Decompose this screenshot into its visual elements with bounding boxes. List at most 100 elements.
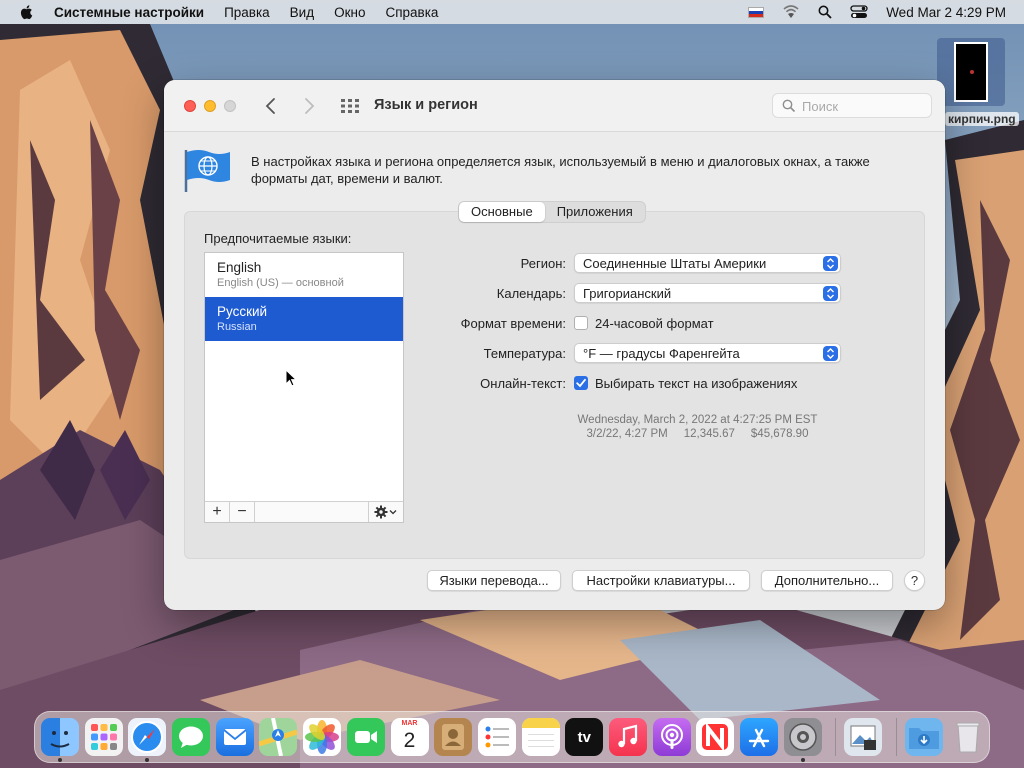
preview-dock-icon[interactable] xyxy=(844,718,883,756)
menu-extras: Wed Mar 2 4:29 PM xyxy=(748,0,1024,24)
finder-dock-icon[interactable] xyxy=(41,718,79,762)
mouse-pointer-icon xyxy=(285,369,297,387)
calendar-value: Григорианский xyxy=(583,286,672,301)
live-text-label: Онлайн-текст: xyxy=(480,375,566,391)
region-label: Регион: xyxy=(520,255,566,271)
format-sample: Wednesday, March 2, 2022 at 4:27:25 PM E… xyxy=(434,413,945,441)
menu-edit[interactable]: Правка xyxy=(224,5,270,20)
wifi-icon[interactable] xyxy=(782,4,800,20)
language-list[interactable]: English English (US) — основной Русский … xyxy=(204,252,404,523)
help-button[interactable]: ? xyxy=(904,570,925,591)
tv-label: tv xyxy=(577,728,591,746)
menu-window[interactable]: Окно xyxy=(334,5,365,20)
calendar-label: Календарь: xyxy=(496,285,566,301)
messages-dock-icon[interactable] xyxy=(172,718,211,756)
language-name: Русский xyxy=(217,304,268,319)
show-all-grid-icon[interactable] xyxy=(341,99,359,113)
control-center-icon[interactable] xyxy=(850,5,868,19)
minimize-button[interactable] xyxy=(204,100,216,112)
forward-icon[interactable] xyxy=(302,97,316,115)
podcasts-dock-icon[interactable] xyxy=(652,718,691,756)
dock-separator xyxy=(835,718,837,756)
temperature-row: Температура: °F — градусы Фаренгейта xyxy=(434,343,841,363)
search-input[interactable] xyxy=(802,97,922,115)
photos-dock-icon[interactable] xyxy=(303,718,342,756)
menu-app-name[interactable]: Системные настройки xyxy=(54,5,204,20)
calendar-popup[interactable]: Григорианский xyxy=(574,283,841,303)
chevron-updown-icon xyxy=(823,286,838,301)
list-toolbar: + − xyxy=(205,501,403,522)
temperature-popup[interactable]: °F — градусы Фаренгейта xyxy=(574,343,841,363)
mail-dock-icon[interactable] xyxy=(215,718,254,756)
time-format-row: Формат времени: 24-часовой формат xyxy=(434,313,714,333)
reminders-dock-icon[interactable] xyxy=(477,718,516,756)
downloads-folder-dock-icon[interactable] xyxy=(905,718,944,756)
menu-view[interactable]: Вид xyxy=(290,5,314,20)
live-text-checkbox-label[interactable]: Выбирать текст на изображениях xyxy=(595,376,797,391)
chevron-updown-icon xyxy=(823,256,838,271)
calendar-dock-icon[interactable]: MAR 2 xyxy=(390,718,429,756)
preferred-languages-label: Предпочитаемые языки: xyxy=(204,231,352,246)
system-preferences-dock-icon[interactable] xyxy=(783,718,822,762)
calendar-month: MAR xyxy=(401,720,418,727)
add-language-button[interactable]: + xyxy=(205,502,230,522)
sample-short-date: 3/2/22, 4:27 PM xyxy=(586,428,668,440)
notes-dock-icon[interactable] xyxy=(521,718,560,756)
chevron-updown-icon xyxy=(823,346,838,361)
intro-text: В настройках языка и региона определяетс… xyxy=(251,154,870,186)
news-dock-icon[interactable] xyxy=(696,718,735,756)
keyboard-settings-button[interactable]: Настройки клавиатуры... xyxy=(572,570,750,591)
dock: MAR 2 tv xyxy=(34,711,990,763)
region-popup[interactable]: Соединенные Штаты Америки xyxy=(574,253,841,273)
sample-number: 12,345.67 xyxy=(683,428,735,440)
language-subtitle: Russian xyxy=(217,321,257,333)
calendar-day: 2 xyxy=(403,729,416,752)
zoom-button[interactable] xyxy=(224,100,236,112)
launchpad-dock-icon[interactable] xyxy=(84,718,123,756)
24-hour-checkbox[interactable] xyxy=(574,316,588,330)
window-title: Язык и регион xyxy=(374,97,478,113)
sample-currency: $45,678.90 xyxy=(750,428,809,440)
advanced-button[interactable]: Дополнительно... xyxy=(761,570,893,591)
calendar-row: Календарь: Григорианский xyxy=(434,283,841,303)
app-store-dock-icon[interactable] xyxy=(740,718,778,756)
live-text-row: Онлайн-текст: Выбирать текст на изображе… xyxy=(434,373,797,393)
menu-clock[interactable]: Wed Mar 2 4:29 PM xyxy=(886,5,1006,20)
maps-dock-icon[interactable] xyxy=(258,717,299,757)
menu-bar: Системные настройки Правка Вид Окно Спра… xyxy=(0,0,1024,24)
temperature-value: °F — градусы Фаренгейта xyxy=(583,346,740,361)
music-dock-icon[interactable] xyxy=(608,718,647,756)
safari-dock-icon[interactable] xyxy=(128,718,167,762)
time-format-label: Формат времени: xyxy=(460,315,566,331)
back-icon[interactable] xyxy=(264,97,278,115)
tab-general[interactable]: Основные xyxy=(459,202,545,222)
search-icon xyxy=(782,99,796,113)
gear-menu-button[interactable] xyxy=(369,502,403,522)
live-text-checkbox[interactable] xyxy=(574,376,588,390)
list-item[interactable]: English English (US) — основной xyxy=(205,253,403,297)
close-button[interactable] xyxy=(184,100,196,112)
globe-flag-icon xyxy=(184,150,230,192)
trash-dock-icon[interactable] xyxy=(949,718,987,756)
apple-menu-icon[interactable] xyxy=(18,3,36,21)
russian-flag-icon[interactable] xyxy=(748,6,765,18)
search-field[interactable] xyxy=(772,93,932,118)
facetime-dock-icon[interactable] xyxy=(346,718,385,756)
sample-long-date: Wednesday, March 2, 2022 at 4:27:25 PM E… xyxy=(577,414,818,426)
checkmark-icon xyxy=(576,378,586,388)
list-item[interactable]: Русский Russian xyxy=(205,297,403,341)
tab-bar: Основные Приложения xyxy=(458,201,646,223)
tab-apps[interactable]: Приложения xyxy=(545,202,645,222)
desktop-file[interactable]: кирпич.png xyxy=(937,38,1019,128)
gear-icon xyxy=(374,505,397,519)
spotlight-search-icon[interactable] xyxy=(818,5,832,19)
24-hour-checkbox-label[interactable]: 24-часовой формат xyxy=(595,316,714,331)
menu-help[interactable]: Справка xyxy=(385,5,438,20)
contacts-dock-icon[interactable] xyxy=(434,718,473,756)
language-region-window: Язык и регион В настройках языка и регио… xyxy=(164,80,945,610)
translation-languages-button[interactable]: Языки перевода... xyxy=(427,570,561,591)
apple-tv-dock-icon[interactable]: tv xyxy=(565,718,604,756)
remove-language-button[interactable]: − xyxy=(230,502,255,522)
window-toolbar: Язык и регион xyxy=(164,80,945,132)
region-value: Соединенные Штаты Америки xyxy=(583,256,767,271)
